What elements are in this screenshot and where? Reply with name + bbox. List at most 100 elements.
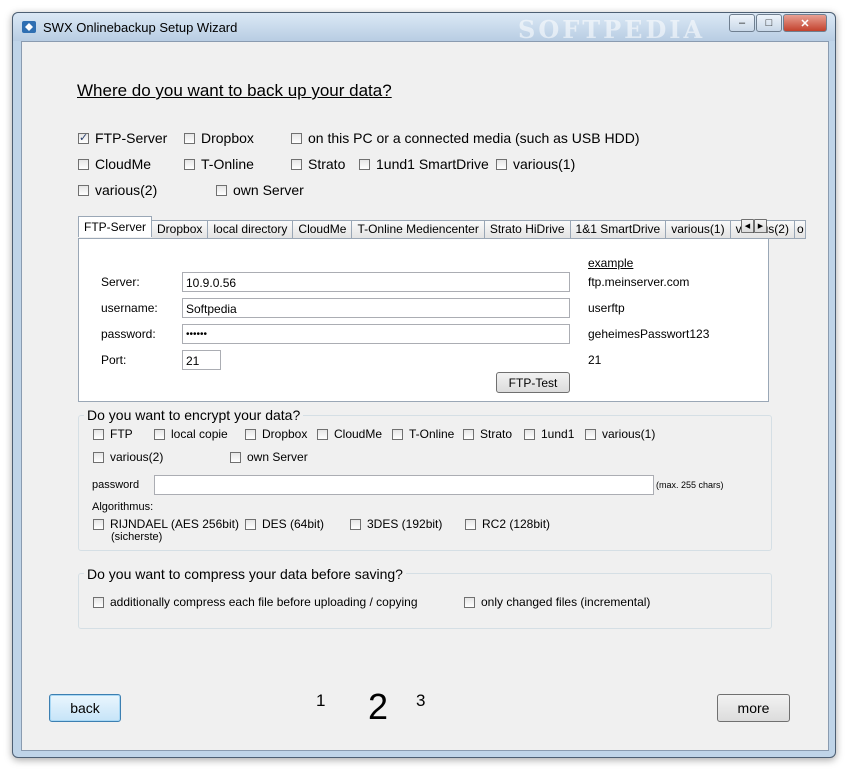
checkbox[interactable] bbox=[78, 131, 89, 144]
close-button[interactable]: ✕ bbox=[783, 14, 827, 32]
algo-rijndael[interactable]: RIJNDAEL (AES 256bit) bbox=[93, 517, 239, 531]
tab-various-1[interactable]: various(1) bbox=[666, 220, 731, 239]
server-input[interactable]: 10.9.0.56 bbox=[182, 272, 570, 292]
compress-each-file[interactable]: additionally compress each file before u… bbox=[93, 595, 418, 609]
username-input[interactable]: Softpedia bbox=[182, 298, 570, 318]
tab-cloudme[interactable]: CloudMe bbox=[293, 220, 353, 239]
tab-own-server-truncated[interactable]: o bbox=[794, 220, 806, 239]
checkbox[interactable] bbox=[78, 184, 89, 196]
maximize-button[interactable]: □ bbox=[756, 14, 782, 32]
checkbox[interactable] bbox=[317, 428, 328, 440]
target-local-pc[interactable]: on this PC or a connected media (such as… bbox=[291, 130, 639, 146]
password-input[interactable]: •••••• bbox=[182, 324, 570, 344]
target-cloudme[interactable]: CloudMe bbox=[78, 156, 151, 172]
checkbox[interactable] bbox=[184, 132, 195, 144]
tab-t-online-mediencenter[interactable]: T-Online Mediencenter bbox=[352, 220, 485, 239]
encrypt-password-input[interactable] bbox=[154, 475, 654, 495]
target-1und1-smartdrive[interactable]: 1und1 SmartDrive bbox=[359, 156, 489, 172]
example-header: example bbox=[588, 256, 634, 270]
encrypt-dropbox[interactable]: Dropbox bbox=[245, 427, 307, 441]
checkbox[interactable] bbox=[93, 596, 104, 608]
back-button[interactable]: back bbox=[49, 694, 121, 722]
checkbox[interactable] bbox=[496, 158, 507, 170]
encrypt-own-server[interactable]: own Server bbox=[230, 450, 308, 464]
window-title: SWX Onlinebackup Setup Wizard bbox=[43, 20, 238, 35]
target-own-server[interactable]: own Server bbox=[216, 182, 304, 198]
algo-3des[interactable]: 3DES (192bit) bbox=[350, 517, 442, 531]
tab-scroll-left-button[interactable]: ◀ bbox=[741, 219, 754, 233]
checkbox[interactable] bbox=[93, 518, 104, 530]
checkbox[interactable] bbox=[154, 428, 165, 440]
encrypt-title: Do you want to encrypt your data? bbox=[84, 407, 304, 423]
checkbox[interactable] bbox=[291, 132, 302, 144]
compress-incremental[interactable]: only changed files (incremental) bbox=[464, 595, 650, 609]
minimize-icon: – bbox=[738, 17, 746, 29]
target-strato[interactable]: Strato bbox=[291, 156, 345, 172]
tab-scroll-right-button[interactable]: ▶ bbox=[754, 219, 767, 233]
encrypt-password-label: password bbox=[92, 479, 140, 491]
algo-des[interactable]: DES (64bit) bbox=[245, 517, 324, 531]
encrypt-various-2[interactable]: various(2) bbox=[93, 450, 163, 464]
checkbox[interactable] bbox=[524, 428, 535, 440]
server-label: Server: bbox=[101, 275, 140, 289]
tab-ftp-server[interactable]: FTP-Server bbox=[78, 216, 153, 237]
checkbox[interactable] bbox=[245, 518, 256, 530]
compress-title: Do you want to compress your data before… bbox=[84, 566, 406, 582]
target-various-2[interactable]: various(2) bbox=[78, 182, 157, 198]
target-dropbox[interactable]: Dropbox bbox=[184, 130, 254, 146]
encrypt-t-online[interactable]: T-Online bbox=[392, 427, 454, 441]
maximize-icon: □ bbox=[765, 17, 773, 29]
checkbox[interactable] bbox=[93, 428, 104, 440]
encrypt-password-hint: (max. 255 chars) bbox=[656, 480, 724, 490]
password-label: password: bbox=[101, 327, 156, 341]
more-button[interactable]: more bbox=[717, 694, 790, 722]
port-example: 21 bbox=[588, 353, 602, 367]
encrypt-strato[interactable]: Strato bbox=[463, 427, 512, 441]
ftp-test-button[interactable]: FTP-Test bbox=[496, 372, 570, 393]
encrypt-1und1[interactable]: 1und1 bbox=[524, 427, 574, 441]
target-ftp-server[interactable]: FTP-Server bbox=[78, 130, 167, 146]
page-1-link[interactable]: 1 bbox=[316, 691, 325, 711]
encrypt-various-1[interactable]: various(1) bbox=[585, 427, 655, 441]
algorithm-label: Algorithmus: bbox=[92, 501, 154, 513]
encrypt-cloudme[interactable]: CloudMe bbox=[317, 427, 382, 441]
tab-dropbox[interactable]: Dropbox bbox=[152, 220, 209, 239]
app-window: SWX Onlinebackup Setup Wizard SOFTPEDIA … bbox=[12, 12, 836, 758]
username-example: userftp bbox=[588, 301, 625, 315]
chevron-right-icon: ▶ bbox=[757, 223, 764, 230]
checkbox[interactable] bbox=[245, 428, 256, 440]
app-icon bbox=[22, 21, 36, 33]
checkbox[interactable] bbox=[93, 451, 104, 463]
checkbox[interactable] bbox=[392, 428, 403, 440]
algo-rijndael-note: (sicherste) bbox=[111, 531, 163, 543]
tab-1und1-smartdrive[interactable]: 1&1 SmartDrive bbox=[570, 220, 667, 239]
chevron-left-icon: ◀ bbox=[744, 223, 751, 230]
tab-local-directory[interactable]: local directory bbox=[208, 220, 294, 239]
checkbox[interactable] bbox=[230, 451, 241, 463]
close-icon: ✕ bbox=[800, 17, 810, 30]
port-input[interactable]: 21 bbox=[182, 350, 221, 370]
target-t-online[interactable]: T-Online bbox=[184, 156, 254, 172]
checkbox[interactable] bbox=[350, 518, 361, 530]
checkbox[interactable] bbox=[359, 158, 370, 170]
tab-strato-hidrive[interactable]: Strato HiDrive bbox=[484, 220, 571, 239]
encrypt-local-copie[interactable]: local copie bbox=[154, 427, 228, 441]
checkbox[interactable] bbox=[464, 596, 475, 608]
page-heading: Where do you want to back up your data? bbox=[77, 81, 392, 100]
checkbox[interactable] bbox=[291, 158, 302, 170]
checkbox[interactable] bbox=[78, 158, 89, 170]
server-example: ftp.meinserver.com bbox=[588, 275, 690, 289]
minimize-button[interactable]: – bbox=[729, 14, 755, 32]
encrypt-ftp[interactable]: FTP bbox=[93, 427, 133, 441]
target-various-1[interactable]: various(1) bbox=[496, 156, 575, 172]
title-bar[interactable]: SWX Onlinebackup Setup Wizard SOFTPEDIA … bbox=[13, 13, 835, 44]
checkbox[interactable] bbox=[463, 428, 474, 440]
algo-rc2[interactable]: RC2 (128bit) bbox=[465, 517, 550, 531]
page-3-link[interactable]: 3 bbox=[416, 691, 425, 711]
password-example: geheimesPasswort123 bbox=[588, 327, 710, 341]
checkbox[interactable] bbox=[465, 518, 476, 530]
checkbox[interactable] bbox=[184, 158, 195, 170]
username-label: username: bbox=[101, 301, 158, 315]
checkbox[interactable] bbox=[585, 428, 596, 440]
checkbox[interactable] bbox=[216, 184, 227, 196]
